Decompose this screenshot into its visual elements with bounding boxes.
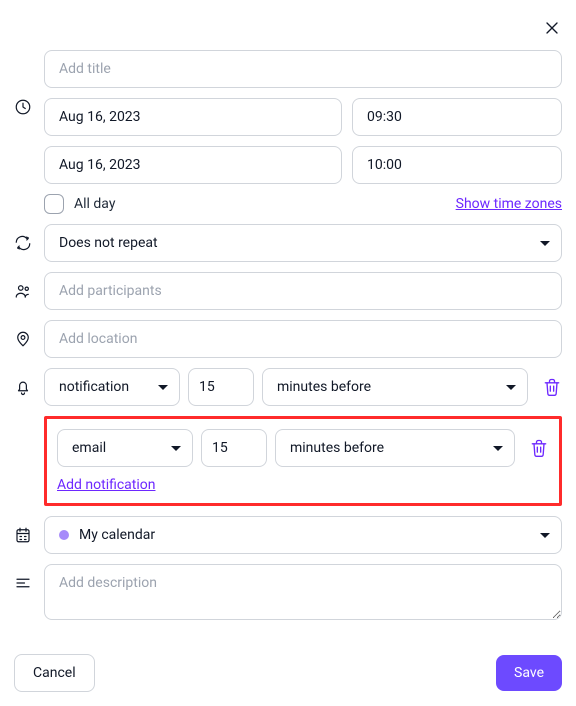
notification-unit-select[interactable]: minutes before: [275, 429, 515, 467]
save-button[interactable]: Save: [496, 655, 562, 691]
trash-icon[interactable]: [542, 377, 562, 397]
calendar-select[interactable]: My calendar: [44, 516, 562, 554]
start-date-input[interactable]: [44, 98, 342, 136]
description-input[interactable]: [44, 564, 562, 620]
location-icon: [14, 330, 32, 348]
start-time-input[interactable]: [352, 98, 562, 136]
participants-icon: [14, 282, 32, 300]
all-day-checkbox[interactable]: [44, 194, 64, 214]
repeat-value: Does not repeat: [59, 235, 158, 251]
cancel-button[interactable]: Cancel: [14, 654, 95, 692]
trash-icon[interactable]: [529, 438, 549, 458]
notification-row: notification minutes before: [44, 368, 562, 406]
notification-unit-select[interactable]: minutes before: [262, 368, 528, 406]
notification-amount-input[interactable]: [201, 429, 267, 467]
description-icon: [14, 574, 32, 592]
repeat-icon: [14, 234, 32, 252]
bell-icon: [14, 378, 32, 396]
clock-icon: [14, 98, 32, 116]
highlighted-region: email minutes before Add notification: [44, 416, 562, 506]
participants-input[interactable]: [44, 272, 562, 310]
close-icon[interactable]: [542, 18, 562, 38]
calendar-color-dot: [59, 530, 69, 540]
notification-type-select[interactable]: email: [57, 429, 193, 467]
notification-row: email minutes before: [57, 429, 549, 467]
notification-type-select[interactable]: notification: [44, 368, 180, 406]
end-date-input[interactable]: [44, 146, 342, 184]
notification-amount-input[interactable]: [188, 368, 254, 406]
calendar-name: My calendar: [79, 527, 155, 543]
notification-unit-value: minutes before: [290, 440, 384, 456]
calendar-icon: [14, 526, 32, 544]
title-input[interactable]: [44, 50, 562, 88]
add-notification-link[interactable]: Add notification: [57, 477, 549, 493]
repeat-select[interactable]: Does not repeat: [44, 224, 562, 262]
location-input[interactable]: [44, 320, 562, 358]
end-time-input[interactable]: [352, 146, 562, 184]
notification-type-value: email: [72, 440, 106, 456]
notification-unit-value: minutes before: [277, 379, 371, 395]
all-day-label: All day: [74, 196, 115, 212]
show-timezones-link[interactable]: Show time zones: [456, 196, 562, 212]
notification-type-value: notification: [59, 379, 129, 395]
